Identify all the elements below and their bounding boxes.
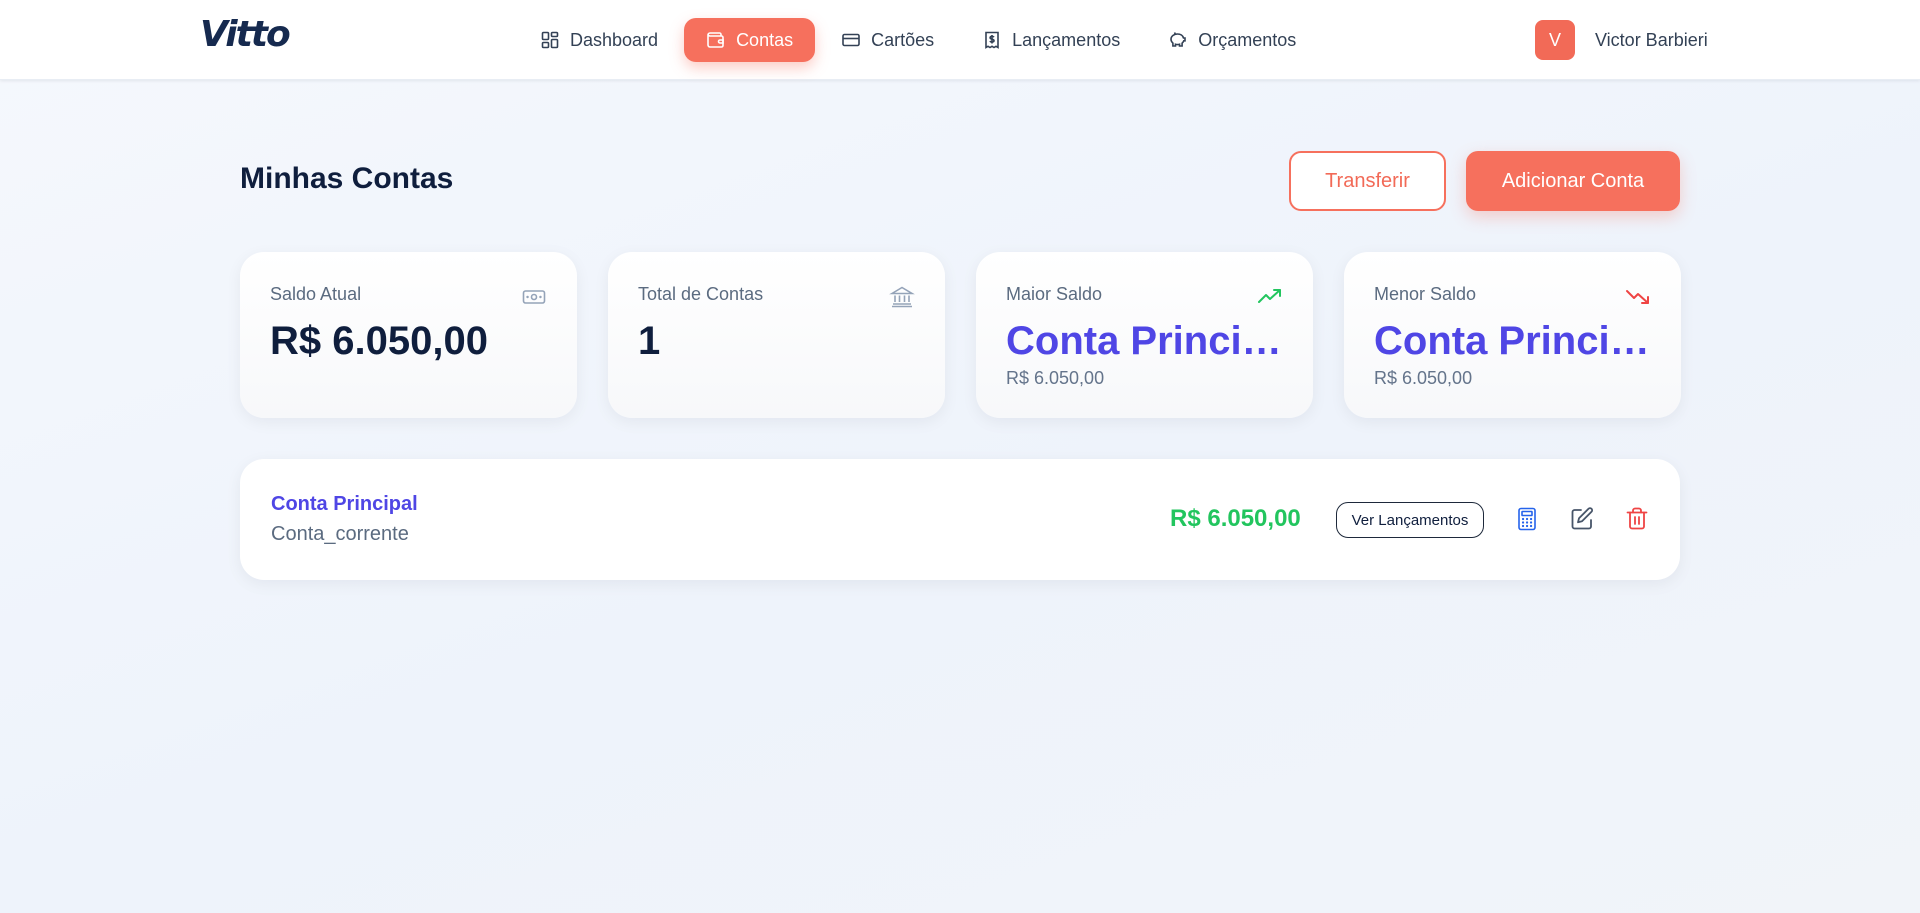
view-transactions-button[interactable]: Ver Lançamentos: [1336, 502, 1484, 538]
stat-value: Conta Principal: [1006, 319, 1283, 363]
stat-subvalue: R$ 6.050,00: [1006, 368, 1105, 388]
trash-icon[interactable]: [1624, 506, 1650, 532]
transfer-button[interactable]: Transferir: [1289, 151, 1446, 211]
edit-icon[interactable]: [1569, 506, 1595, 532]
credit-card-icon: [841, 30, 861, 50]
banknote-icon: [521, 284, 547, 310]
wallet-icon: [706, 30, 726, 50]
nav-item-label: Cartões: [871, 29, 935, 50]
nav-item-lancamentos[interactable]: Lançamentos: [960, 18, 1142, 62]
stat-card-saldo-atual: Saldo Atual R$ 6.050,00: [240, 252, 577, 418]
trending-down-icon: [1625, 284, 1651, 310]
nav-item-contas[interactable]: Contas: [684, 18, 816, 62]
stat-value: Conta Principal: [1374, 319, 1651, 363]
nav-item-label: Orçamentos: [1198, 29, 1297, 50]
avatar[interactable]: V: [1535, 20, 1575, 60]
piggy-bank-icon: [1168, 30, 1188, 50]
stat-label: Maior Saldo: [1006, 284, 1103, 304]
nav-item-dashboard[interactable]: Dashboard: [518, 18, 680, 62]
nav-item-cartoes[interactable]: Cartões: [819, 18, 956, 62]
stat-label: Menor Saldo: [1374, 284, 1477, 304]
nav-item-orcamentos[interactable]: Orçamentos: [1146, 18, 1318, 62]
stat-subvalue: R$ 6.050,00: [1374, 368, 1473, 388]
stat-card-maior-saldo: Maior Saldo Conta Principal R$ 6.050,00: [976, 252, 1313, 418]
main-nav: Dashboard Contas Cartões Lançamentos Orç…: [518, 18, 1322, 62]
stat-value: 1: [638, 319, 661, 363]
stat-label: Total de Contas: [638, 284, 764, 304]
account-name[interactable]: Conta Principal: [271, 493, 418, 516]
dashboard-grid-icon: [540, 30, 560, 50]
stat-label: Saldo Atual: [270, 284, 362, 304]
stat-card-total-contas: Total de Contas 1: [608, 252, 945, 418]
receipt-dollar-icon: [982, 30, 1002, 50]
account-type: Conta_corrente: [271, 523, 409, 545]
user-menu[interactable]: V Victor Barbieri: [1535, 20, 1708, 60]
nav-item-label: Contas: [736, 29, 794, 50]
account-row: Conta Principal Conta_corrente R$ 6.050,…: [240, 459, 1680, 580]
account-balance: R$ 6.050,00: [1170, 505, 1301, 532]
calculator-icon[interactable]: [1514, 506, 1540, 532]
trending-up-icon: [1257, 284, 1283, 310]
top-header: Vitto Dashboard Contas Cartões Lançament…: [0, 0, 1920, 80]
nav-item-label: Lançamentos: [1012, 29, 1121, 50]
stat-value: R$ 6.050,00: [270, 319, 488, 363]
page-title: Minhas Contas: [240, 162, 454, 195]
add-account-button[interactable]: Adicionar Conta: [1466, 151, 1680, 211]
nav-item-label: Dashboard: [570, 29, 659, 50]
user-name: Victor Barbieri: [1595, 29, 1708, 50]
bank-building-icon: [889, 284, 915, 310]
stat-card-menor-saldo: Menor Saldo Conta Principal R$ 6.050,00: [1344, 252, 1681, 418]
app-logo[interactable]: Vitto: [200, 14, 291, 55]
